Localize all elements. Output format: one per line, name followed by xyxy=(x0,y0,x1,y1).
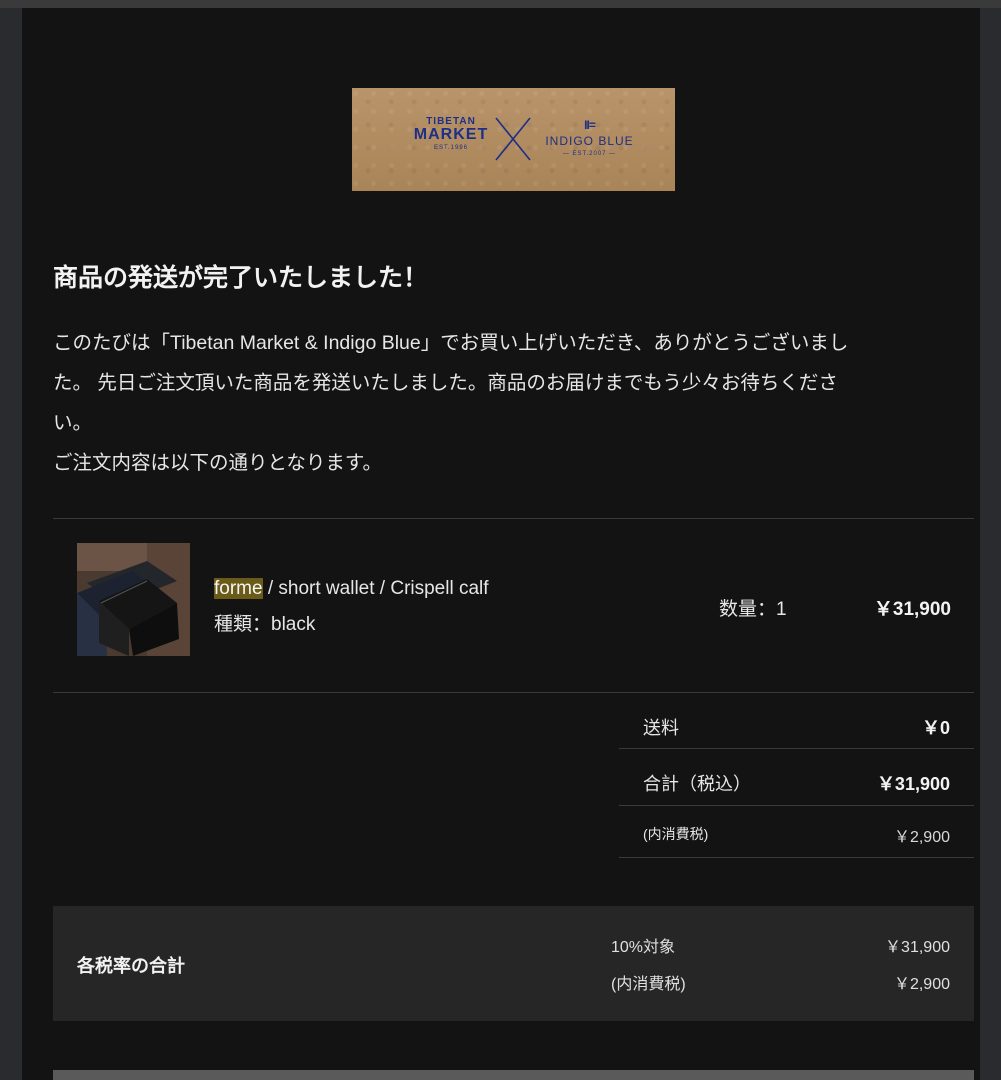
page-title: 商品の発送が完了いたしました！ xyxy=(53,263,429,292)
intro-message: このたびは「Tibetan Market & Indigo Blue」でお買い上… xyxy=(53,323,963,483)
product-name[interactable]: forme / short wallet / Crispell calf xyxy=(214,578,489,600)
intro-line: た。 先日ご注文頂いた商品を発送いたしました。商品のお届けまでもう少々お待ちくだ… xyxy=(53,372,838,394)
footer-button-edge[interactable] xyxy=(53,1070,974,1080)
product-brand[interactable]: forme xyxy=(214,578,263,599)
intro-line: い。 xyxy=(53,412,93,434)
tax-rate-summary-title: 各税率の合計 xyxy=(77,956,185,977)
collab-x-icon xyxy=(495,117,531,161)
total-label: 合計（税込） xyxy=(643,774,751,794)
indigo-logo-mark: II= xyxy=(584,118,596,132)
included-tax-value: ￥2,900 xyxy=(893,829,950,846)
divider xyxy=(53,518,974,519)
shipping-value: ￥0 xyxy=(921,718,950,738)
divider xyxy=(619,857,974,858)
indigo-logo-name: INDIGO BLUE xyxy=(545,134,634,148)
top-bar xyxy=(0,0,1001,8)
intro-line: ご注文内容は以下の通りとなります。 xyxy=(53,452,382,474)
total-value: ￥31,900 xyxy=(876,774,950,794)
tax-rate-label: 10%対象 xyxy=(611,939,676,956)
product-thumbnail[interactable] xyxy=(77,543,190,656)
included-tax-label: (内消費税) xyxy=(643,826,709,842)
tax-amount-label: (内消費税) xyxy=(611,976,686,993)
brand-banner[interactable]: TIBETAN MARKET EST.1996 II= INDIGO BLUE … xyxy=(352,88,675,191)
shipping-label: 送料 xyxy=(643,718,679,738)
tax-rate-value: ￥31,900 xyxy=(885,939,950,956)
total-row: 合計（税込） ￥31,900 xyxy=(619,748,974,805)
tibetan-market-logo: TIBETAN MARKET EST.1996 xyxy=(408,116,494,151)
tibetan-logo-est: EST.1996 xyxy=(433,145,469,151)
product-variant: 種類：black xyxy=(214,614,316,635)
email-body: TIBETAN MARKET EST.1996 II= INDIGO BLUE … xyxy=(22,8,980,1080)
shipping-row: 送料 ￥0 xyxy=(619,692,974,748)
product-quantity: 数量：1 xyxy=(719,599,787,620)
indigo-logo-est: — EST.2007 — xyxy=(562,151,617,157)
intro-line: このたびは「Tibetan Market & Indigo Blue」でお買い上… xyxy=(53,332,849,354)
tax-rate-summary: 各税率の合計 10%対象 ￥31,900 (内消費税) ￥2,900 xyxy=(53,906,974,1021)
product-price: ￥31,900 xyxy=(873,599,951,620)
tax-amount-value: ￥2,900 xyxy=(893,976,950,993)
included-tax-row: (内消費税) ￥2,900 xyxy=(619,805,974,857)
indigo-blue-logo: II= INDIGO BLUE — EST.2007 — xyxy=(532,118,647,157)
tibetan-logo-main: MARKET xyxy=(413,126,489,143)
product-name-rest[interactable]: / short wallet / Crispell calf xyxy=(263,578,489,599)
